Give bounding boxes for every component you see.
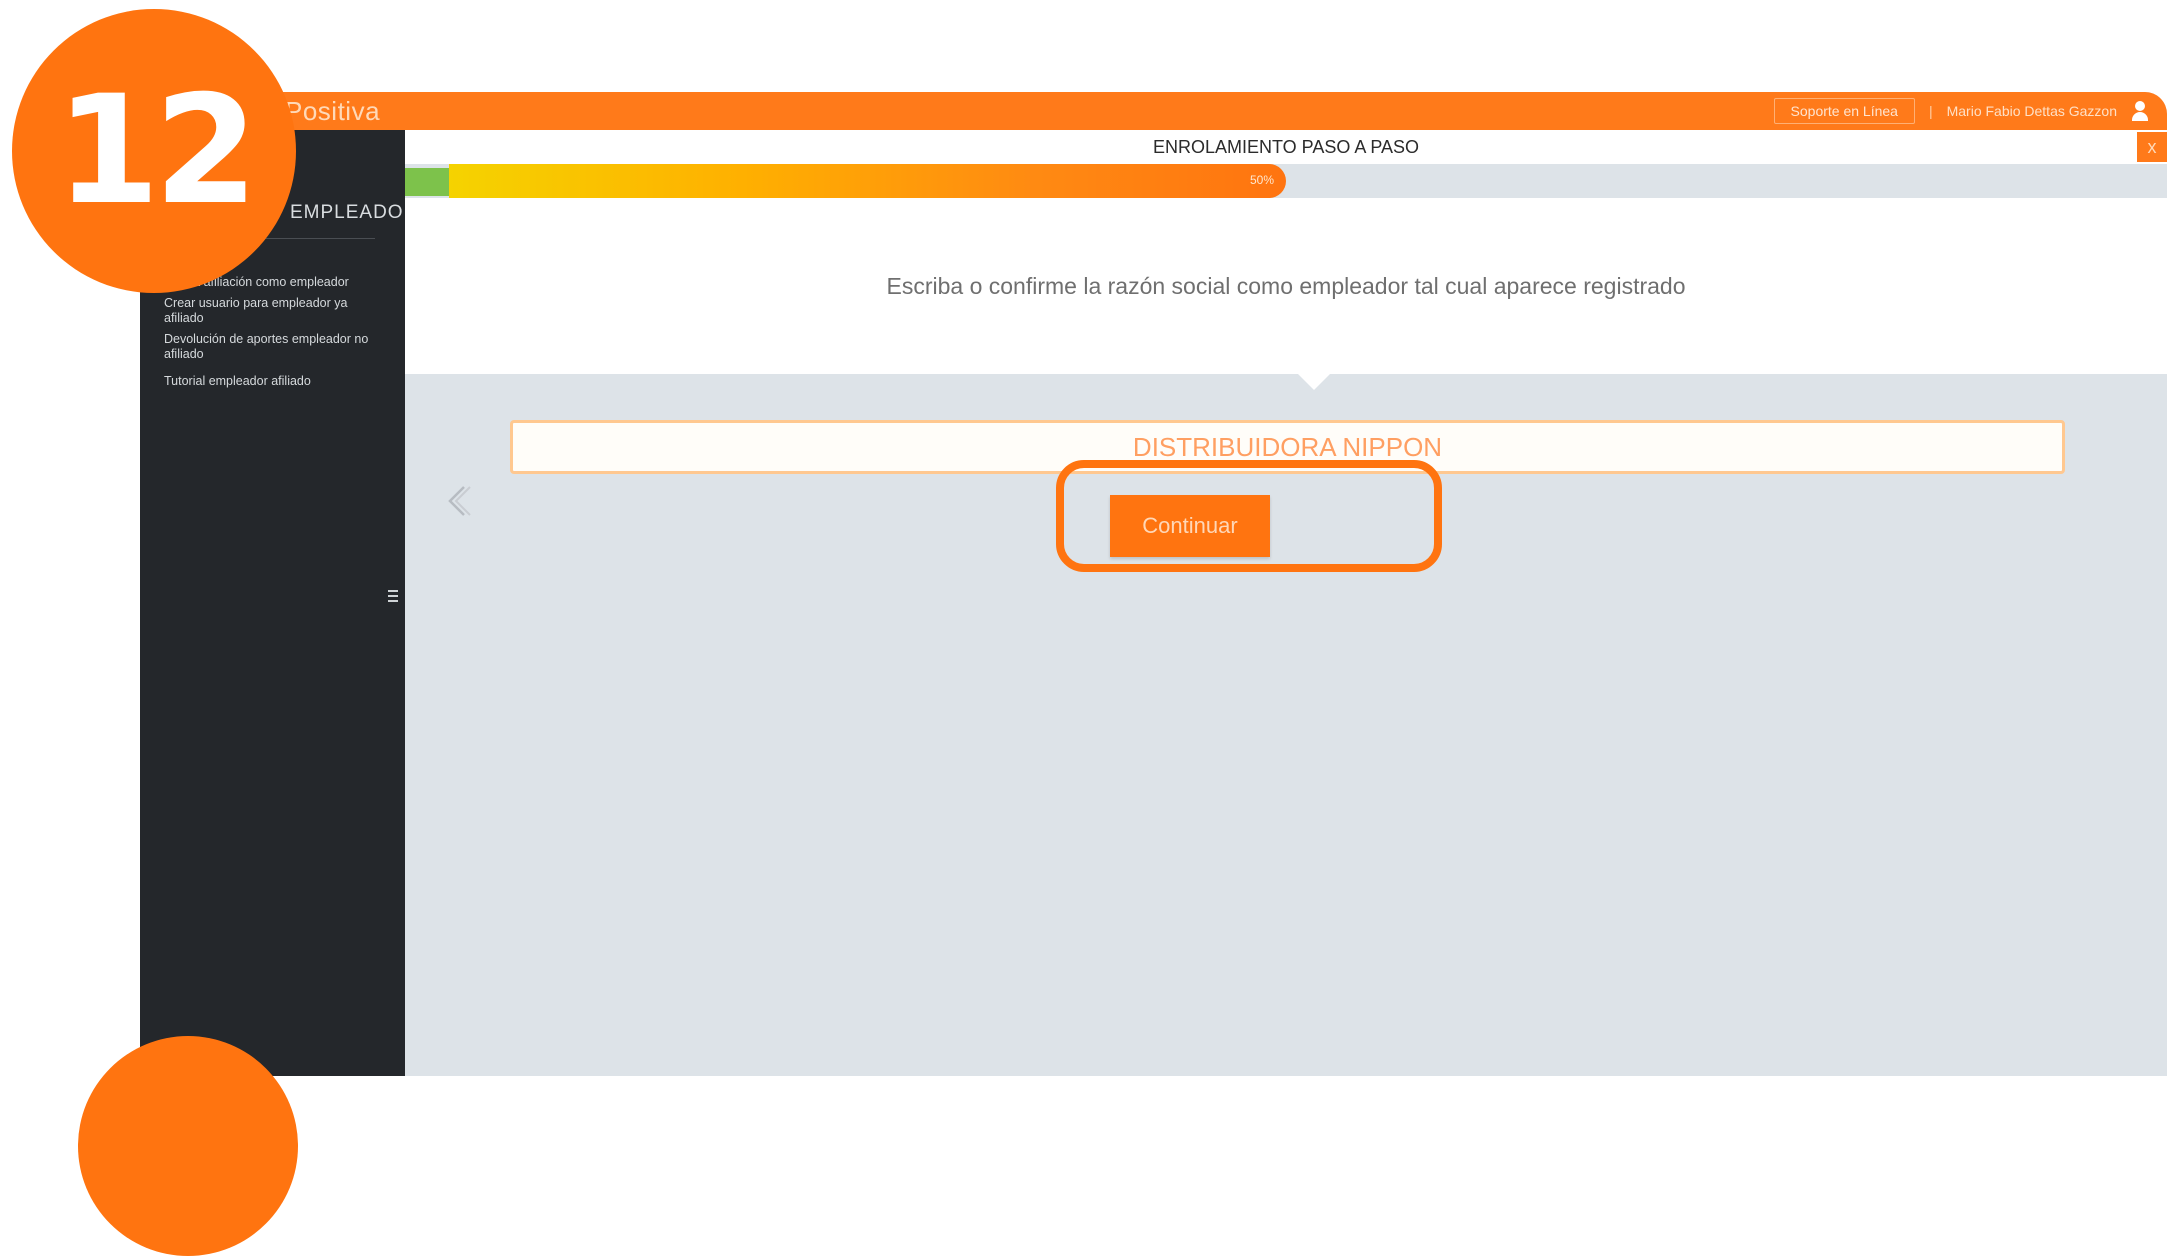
user-name[interactable]: Mario Fabio Dettas Gazzon (1947, 103, 2117, 119)
sidebar-item-tutorial[interactable]: Tutorial empleador afiliado (164, 374, 384, 389)
continue-button[interactable]: Continuar (1110, 495, 1270, 557)
close-button[interactable]: x (2137, 132, 2167, 162)
brand-logo: Positiva (285, 96, 381, 126)
user-icon[interactable] (2131, 100, 2149, 122)
chevron-left-icon[interactable] (440, 483, 476, 519)
sidebar-title: EMPLEADOR (290, 202, 419, 223)
top-bar: Positiva Soporte en Línea | Mario Fabio … (140, 92, 2167, 130)
next-step-badge (78, 1036, 298, 1256)
sidebar-item-refund[interactable]: Devolución de aportes empleador no afili… (164, 332, 384, 362)
sidebar-menu: Nueva afiliación como empleador Crear us… (164, 275, 384, 395)
question-panel: Escriba o confirme la razón social como … (405, 198, 2167, 374)
main-content: ENROLAMIENTO PASO A PASO x 50% Escriba o… (405, 130, 2167, 1076)
panel-pointer (1298, 374, 1330, 390)
progress-start-marker (405, 168, 453, 196)
wizard-title: ENROLAMIENTO PASO A PASO x (405, 130, 2167, 164)
progress-label: 50% (1249, 173, 1274, 187)
question-text: Escriba o confirme la razón social como … (886, 272, 1686, 299)
company-name-input[interactable] (510, 420, 2065, 474)
separator: | (1928, 103, 1933, 119)
app-window: Positiva Soporte en Línea | Mario Fabio … (140, 92, 2167, 1076)
sidebar-item-create-user[interactable]: Crear usuario para empleador ya afiliado (164, 296, 384, 326)
online-support-button[interactable]: Soporte en Línea (1773, 98, 1915, 124)
sidebar-collapse-icon[interactable] (388, 590, 398, 602)
progress-fill (449, 164, 1286, 198)
step-number-badge: 12 (12, 9, 296, 293)
step-number: 12 (55, 64, 259, 238)
progress-bar: 50% (405, 164, 2167, 198)
top-bar-actions: Soporte en Línea | Mario Fabio Dettas Ga… (1773, 92, 2149, 130)
wizard-title-text: ENROLAMIENTO PASO A PASO (1152, 136, 1420, 157)
